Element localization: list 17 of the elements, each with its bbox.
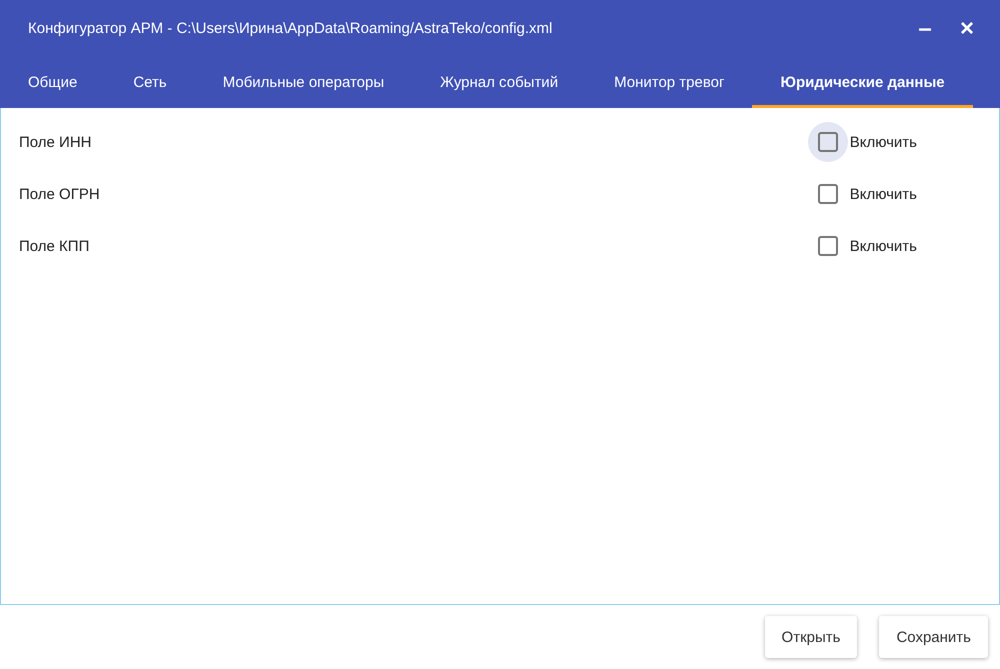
field-label: Поле КПП [19,238,90,254]
tab[interactable]: Мобильные операторы [194,57,412,108]
enable-checkbox[interactable]: Включить [808,174,917,214]
window-title: Конфигуратор АРМ - C:\Users\Ирина\AppData\Roaming/AstraTeko/config.xml [28,20,554,37]
tab[interactable]: Монитор тревог [586,57,752,108]
field-label: Поле ОГРН [19,186,101,202]
save-button[interactable]: Сохранить [879,616,988,658]
close-button[interactable]: × [946,10,988,46]
tab[interactable]: Сеть [105,57,195,108]
field-label: Поле ИНН [19,134,93,150]
open-button[interactable]: Открыть [764,616,858,658]
enable-checkbox[interactable]: Включить [808,226,917,266]
tab[interactable]: Юридические данные [752,57,973,108]
tab[interactable]: Журнал событий [412,57,586,108]
tab[interactable]: Общие [0,57,106,108]
minimize-button[interactable]: – [904,10,946,46]
enable-checkbox[interactable]: Включить [808,122,917,162]
